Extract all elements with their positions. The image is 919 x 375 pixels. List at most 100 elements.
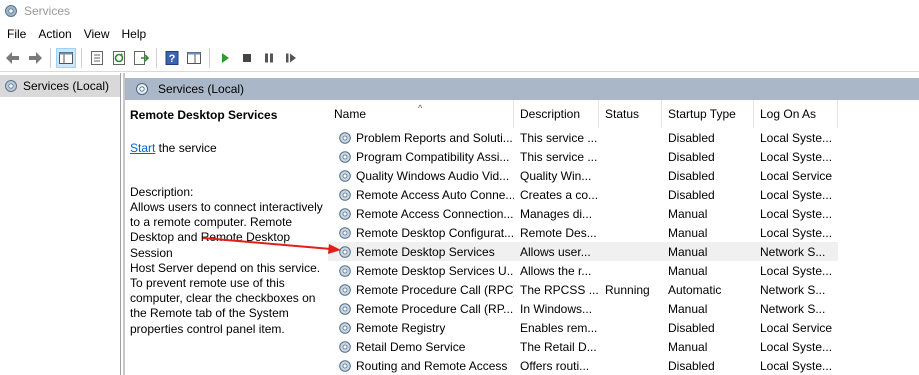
toolbar-separator	[81, 48, 82, 68]
service-name: Remote Procedure Call (RPC)	[356, 282, 514, 297]
column-label: Status	[605, 107, 640, 121]
service-startup-cell: Automatic	[668, 282, 722, 297]
help-icon[interactable]: ?	[162, 48, 182, 68]
service-rows: Problem Reports and Soluti... This servic…	[328, 128, 838, 375]
service-name: Remote Registry	[356, 320, 446, 335]
export-list-icon[interactable]	[131, 48, 151, 68]
service-row[interactable]: Routing and Remote Access Offers routi...…	[328, 356, 838, 375]
services-pane: Services (Local) Remote Desktop Services…	[123, 73, 919, 375]
service-row[interactable]: Remote Registry Enables rem... Disabled Loc…	[328, 318, 838, 337]
properties-icon[interactable]	[87, 48, 107, 68]
restart-icon[interactable]	[281, 48, 301, 68]
service-name-cell: Routing and Remote Access	[328, 358, 514, 374]
service-name-cell: Remote Access Auto Conne...	[328, 187, 514, 203]
service-description-cell: Enables rem...	[520, 320, 598, 335]
column-header-log-on-as[interactable]: Log On As	[754, 100, 838, 128]
pause-icon[interactable]	[259, 48, 279, 68]
service-gear-icon	[339, 150, 351, 163]
show-tree-icon[interactable]	[56, 48, 76, 68]
service-startup-cell: Manual	[668, 244, 708, 259]
description-line: computer, clear the checkboxes on	[130, 291, 316, 306]
service-description: Allows users to connect interactively to…	[130, 200, 326, 337]
service-startup-cell: Disabled	[668, 130, 715, 145]
column-header-name[interactable]: ^ Name	[328, 100, 514, 128]
description-line: To prevent remote use of this	[130, 276, 285, 291]
service-description-cell: Allows user...	[520, 244, 591, 259]
service-startup-cell: Manual	[668, 339, 708, 354]
service-description-cell: Quality Win...	[520, 168, 592, 183]
column-header-startup-type[interactable]: Startup Type	[662, 100, 754, 128]
service-name-cell: Remote Desktop Services U...	[328, 263, 514, 279]
service-name: Remote Desktop Services U...	[356, 263, 514, 278]
svg-text:?: ?	[169, 53, 176, 65]
gear-icon	[5, 5, 17, 17]
menu-view[interactable]: View	[78, 23, 116, 45]
service-name-cell: Program Compatibility Assi...	[328, 149, 514, 165]
service-row[interactable]: Quality Windows Audio Vid... Quality Win.…	[328, 166, 838, 185]
service-startup-cell: Disabled	[668, 320, 715, 335]
column-header-description[interactable]: Description	[514, 100, 599, 128]
column-header-status[interactable]: Status	[599, 100, 662, 128]
service-name: Problem Reports and Soluti...	[356, 130, 513, 145]
service-name: Routing and Remote Access	[356, 358, 508, 373]
service-row[interactable]: Remote Procedure Call (RP... In Windows..…	[328, 299, 838, 318]
service-logon-cell: Local Syste...	[760, 206, 833, 221]
menu-help[interactable]: Help	[116, 23, 153, 45]
play-icon[interactable]	[215, 48, 235, 68]
service-startup-cell: Manual	[668, 206, 708, 221]
menu-action[interactable]: Action	[32, 23, 77, 45]
service-name: Retail Demo Service	[356, 339, 466, 354]
service-logon-cell: Local Syste...	[760, 187, 833, 202]
service-gear-icon	[339, 188, 351, 201]
column-label: Log On As	[760, 107, 817, 121]
back-arrow-icon[interactable]	[3, 48, 23, 68]
service-logon-cell: Network S...	[760, 244, 826, 259]
service-name-cell: Remote Registry	[328, 320, 514, 336]
service-startup-cell: Disabled	[668, 358, 715, 373]
service-gear-icon	[339, 321, 351, 334]
service-description-cell: Manages di...	[520, 206, 593, 221]
service-name: Remote Procedure Call (RP...	[356, 301, 514, 316]
pane-header: Services (Local)	[125, 78, 919, 100]
service-row[interactable]: Remote Procedure Call (RPC) The RPCSS ...…	[328, 280, 838, 299]
toolbar-separator	[209, 48, 210, 68]
service-status-cell: Running	[605, 282, 650, 297]
menu-file[interactable]: File	[0, 23, 32, 45]
selected-service-title: Remote Desktop Services	[130, 108, 278, 122]
service-details-panel: Remote Desktop Services Start the servic…	[125, 100, 326, 375]
gear-icon	[5, 80, 17, 92]
service-row[interactable]: Remote Access Auto Conne... Creates a co.…	[328, 185, 838, 204]
service-description-cell: Remote Des...	[520, 225, 597, 240]
description-line: Desktop and Remote Desktop Session	[130, 230, 291, 260]
description-line: Allows users to connect interactively	[130, 200, 323, 214]
service-logon-cell: Network S...	[760, 282, 826, 297]
tree-item-services-local[interactable]: Services (Local)	[0, 75, 120, 97]
service-logon-cell: Local Syste...	[760, 263, 833, 278]
description-line: properties control panel item.	[130, 321, 285, 336]
service-name: Remote Desktop Configurat...	[356, 225, 514, 240]
service-startup-cell: Manual	[668, 263, 708, 278]
service-gear-icon	[339, 302, 351, 315]
service-row[interactable]: Remote Desktop Services Allows user... Man…	[328, 242, 838, 261]
service-row[interactable]: Problem Reports and Soluti... This servic…	[328, 128, 838, 147]
service-name-cell: Remote Desktop Services	[328, 244, 514, 260]
start-service-link[interactable]: Start	[130, 141, 155, 155]
service-row[interactable]: Remote Desktop Configurat... Remote Des..…	[328, 223, 838, 242]
stop-icon[interactable]	[237, 48, 257, 68]
service-description-cell: The RPCSS ...	[520, 282, 599, 297]
service-row[interactable]: Remote Desktop Services U... Allows the r…	[328, 261, 838, 280]
service-row[interactable]: Retail Demo Service The Retail D... Manual…	[328, 337, 838, 356]
service-startup-cell: Disabled	[668, 149, 715, 164]
service-name: Program Compatibility Assi...	[356, 149, 510, 164]
service-row[interactable]: Program Compatibility Assi... This servic…	[328, 147, 838, 166]
refresh-icon[interactable]	[109, 48, 129, 68]
column-label: Startup Type	[668, 107, 736, 121]
menu-bar: File Action View Help	[0, 23, 152, 45]
service-row[interactable]: Remote Access Connection... Manages di...…	[328, 204, 838, 223]
forward-arrow-icon[interactable]	[25, 48, 45, 68]
title-bar: Services	[0, 0, 919, 22]
start-service-line: Start the service	[130, 141, 217, 155]
toolbar-separator	[156, 48, 157, 68]
console-view-icon[interactable]	[184, 48, 204, 68]
service-logon-cell: Local Service	[760, 320, 833, 335]
